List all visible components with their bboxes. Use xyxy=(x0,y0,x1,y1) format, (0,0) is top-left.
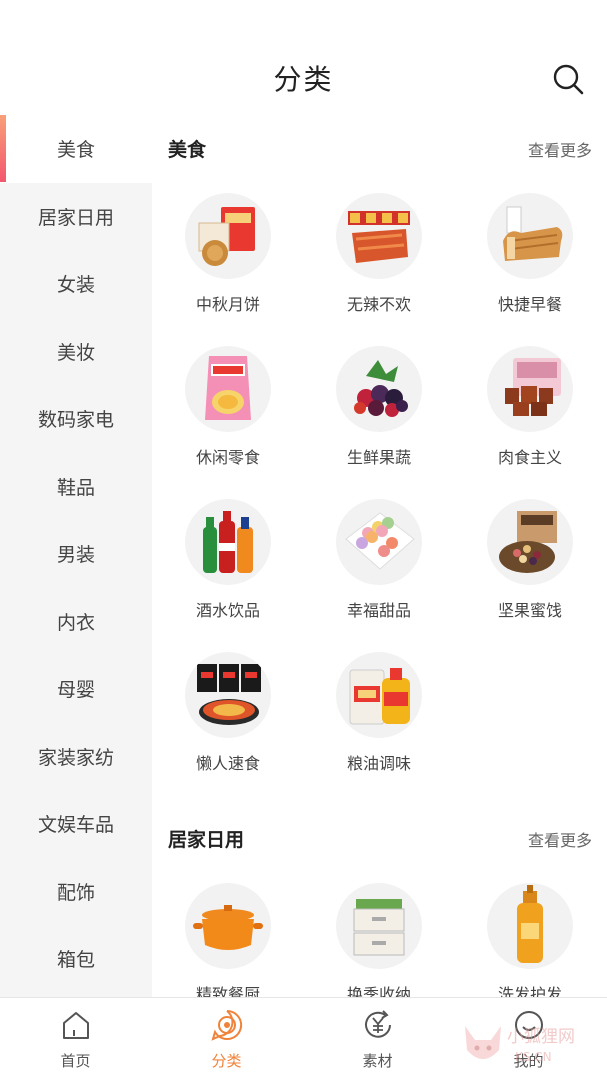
tab-label: 分类 xyxy=(211,1052,242,1070)
watermark-text: 小狐狸网 xyxy=(507,1027,575,1047)
view-more-link[interactable]: 查看更多 xyxy=(528,137,592,161)
drink-bottles-icon xyxy=(185,499,271,585)
sidebar-item-label: 女装 xyxy=(56,274,95,297)
category-item[interactable]: 懒人速食 xyxy=(153,652,303,774)
category-label: 中秋月饼 xyxy=(195,295,260,314)
search-icon[interactable] xyxy=(551,62,585,96)
category-icon xyxy=(210,1009,242,1041)
sidebar-item-bags[interactable]: 箱包 xyxy=(0,925,152,993)
sidebar-item-label: 鞋品 xyxy=(56,476,95,499)
macaron-icon xyxy=(336,499,422,585)
sidebar-item-label: 美妆 xyxy=(56,341,95,364)
watermark-sub: KS.CN xyxy=(515,1050,552,1064)
section-title: 居家日用 xyxy=(168,829,245,851)
page-title: 分类 xyxy=(273,63,334,96)
sidebar-item-shoes[interactable]: 鞋品 xyxy=(0,453,152,521)
storage-drawer-icon xyxy=(336,883,422,969)
category-content: 美食 查看更多 中秋月饼 无辣不欢 快捷早餐 休闲零食 生鲜果蔬 肉食主义 酒水… xyxy=(152,115,607,997)
tab-category[interactable]: 分类 xyxy=(151,998,302,1080)
sidebar-item-label: 配饰 xyxy=(56,881,95,904)
tab-home[interactable]: 首页 xyxy=(0,998,151,1080)
category-item[interactable]: 精致餐厨 xyxy=(153,883,303,997)
category-item[interactable]: 洗发护发 xyxy=(455,883,605,997)
spicy-strip-icon xyxy=(336,193,422,279)
header: 分类 xyxy=(0,0,607,112)
category-item[interactable]: 酒水饮品 xyxy=(153,499,303,621)
bread-icon xyxy=(487,193,573,279)
sidebar-item-baby[interactable]: 母婴 xyxy=(0,655,152,723)
sidebar-item-label: 美食 xyxy=(56,139,95,162)
fox-logo-icon xyxy=(465,1026,501,1059)
category-item[interactable]: 中秋月饼 xyxy=(153,193,303,315)
category-item[interactable]: 快捷早餐 xyxy=(455,193,605,315)
category-item[interactable]: 粮油调味 xyxy=(304,652,454,774)
sidebar-item-entertainment-auto[interactable]: 文娱车品 xyxy=(0,790,152,858)
category-item[interactable]: 无辣不欢 xyxy=(304,193,454,315)
category-label: 粮油调味 xyxy=(346,754,411,773)
sidebar-item-label: 文娱车品 xyxy=(37,814,114,837)
sidebar-item-label: 母婴 xyxy=(56,679,95,702)
category-label: 精致餐厨 xyxy=(195,985,260,997)
berries-icon xyxy=(336,346,422,432)
sidebar-item-household[interactable]: 居家日用 xyxy=(0,183,152,251)
sidebar-item-accessories[interactable]: 配饰 xyxy=(0,858,152,926)
category-label: 幸福甜品 xyxy=(346,601,411,620)
braised-meat-icon xyxy=(487,346,573,432)
home-icon xyxy=(62,1012,89,1039)
sidebar-item-label: 男装 xyxy=(56,544,95,567)
category-label: 快捷早餐 xyxy=(497,295,562,314)
category-item[interactable]: 幸福甜品 xyxy=(304,499,454,621)
category-item[interactable]: 坚果蜜饯 xyxy=(455,499,605,621)
sidebar-item-womens[interactable]: 女装 xyxy=(0,250,152,318)
tab-label: 素材 xyxy=(362,1052,393,1070)
category-item[interactable]: 换季收纳 xyxy=(304,883,454,997)
yuan-refresh-icon xyxy=(364,1010,391,1038)
sidebar-item-label: 家装家纺 xyxy=(37,746,114,769)
shampoo-icon xyxy=(487,883,573,969)
nuts-icon xyxy=(487,499,573,585)
section-title: 美食 xyxy=(168,139,207,161)
category-label: 肉食主义 xyxy=(497,448,562,467)
instant-noodle-icon xyxy=(185,652,271,738)
sidebar-item-label: 箱包 xyxy=(56,949,95,972)
snack-bag-icon xyxy=(185,346,271,432)
section-header-food: 美食 查看更多 xyxy=(168,135,592,165)
category-label: 休闲零食 xyxy=(195,448,260,467)
sidebar-item-mens[interactable]: 男装 xyxy=(0,520,152,588)
view-more-link[interactable]: 查看更多 xyxy=(528,827,592,851)
category-label: 懒人速食 xyxy=(195,754,260,773)
tab-material[interactable]: 素材 xyxy=(302,998,453,1080)
sidebar-item-home-textile[interactable]: 家装家纺 xyxy=(0,723,152,791)
sidebar-item-label: 数码家电 xyxy=(37,409,114,432)
sidebar-item-digital[interactable]: 数码家电 xyxy=(0,385,152,453)
category-item[interactable]: 休闲零食 xyxy=(153,346,303,468)
category-label: 洗发护发 xyxy=(497,985,562,997)
sidebar-item-beauty[interactable]: 美妆 xyxy=(0,318,152,386)
category-item[interactable]: 肉食主义 xyxy=(455,346,605,468)
pot-icon xyxy=(185,883,271,969)
category-sidebar: 美食 居家日用 女装 美妆 数码家电 鞋品 男装 内衣 母婴 家装家纺 文娱车品… xyxy=(0,115,152,997)
rice-oil-icon xyxy=(336,652,422,738)
sidebar-item-underwear[interactable]: 内衣 xyxy=(0,588,152,656)
category-item[interactable]: 生鲜果蔬 xyxy=(304,346,454,468)
section-header-household: 居家日用 查看更多 xyxy=(168,825,592,855)
mooncake-icon xyxy=(185,193,271,279)
category-label: 生鲜果蔬 xyxy=(346,448,411,467)
watermark: 小狐狸网 KS.CN xyxy=(451,1016,601,1076)
category-label: 换季收纳 xyxy=(346,985,411,997)
sidebar-item-label: 内衣 xyxy=(56,611,95,634)
bottom-tab-bar: 首页 分类 素材 我的 小狐狸网 KS.CN xyxy=(0,997,607,1080)
tab-label: 首页 xyxy=(60,1052,91,1070)
sidebar-item-food[interactable]: 美食 xyxy=(0,115,152,183)
category-label: 坚果蜜饯 xyxy=(497,601,562,620)
sidebar-item-label: 居家日用 xyxy=(37,206,114,229)
category-label: 酒水饮品 xyxy=(195,601,260,620)
category-label: 无辣不欢 xyxy=(346,295,411,314)
